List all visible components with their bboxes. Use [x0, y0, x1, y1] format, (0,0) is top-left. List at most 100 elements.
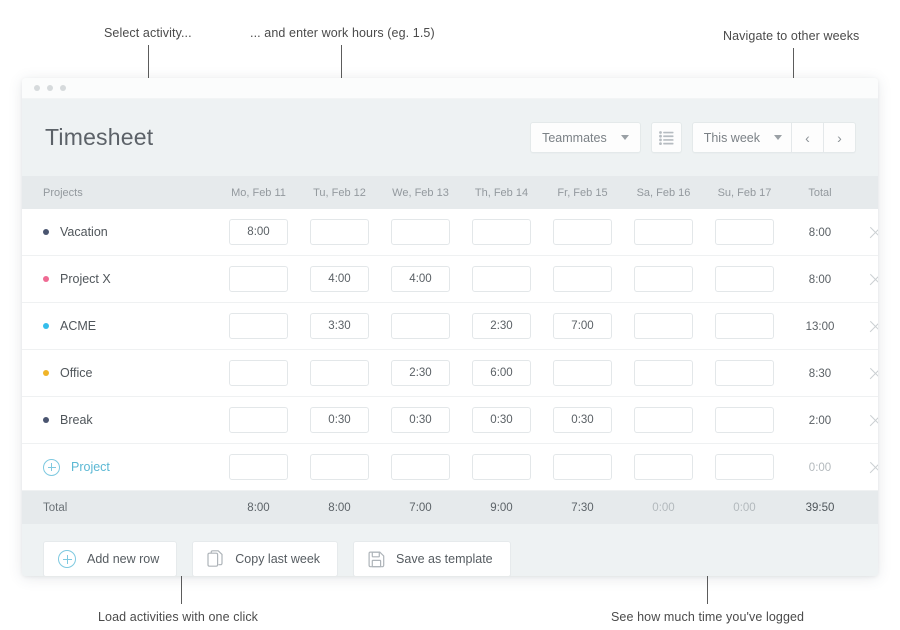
hours-input[interactable]	[553, 407, 612, 433]
footer-day-total-cell: 8:00	[218, 502, 299, 514]
hours-cell	[218, 219, 299, 245]
hours-input[interactable]	[634, 313, 693, 339]
hours-input[interactable]	[391, 266, 450, 292]
hours-cell	[218, 407, 299, 433]
hours-input[interactable]	[310, 360, 369, 386]
previous-week-button[interactable]: ‹	[792, 122, 824, 153]
plus-circle-icon	[58, 550, 76, 568]
project-color-dot	[43, 276, 49, 282]
window-dot-minimize[interactable]	[47, 85, 53, 91]
delete-row-icon[interactable]	[868, 366, 879, 381]
project-cell[interactable]: Office	[22, 366, 218, 380]
teammates-dropdown[interactable]: Teammates	[530, 122, 641, 153]
row-total-cell: 2:00	[785, 413, 855, 427]
hours-input[interactable]	[391, 407, 450, 433]
hours-input[interactable]	[634, 407, 693, 433]
hours-input[interactable]	[229, 266, 288, 292]
delete-row-icon[interactable]	[868, 272, 879, 287]
hours-input[interactable]	[715, 266, 774, 292]
hours-input[interactable]	[229, 454, 288, 480]
hours-input[interactable]	[310, 407, 369, 433]
hours-cell	[704, 454, 785, 480]
chevron-left-icon: ‹	[805, 129, 810, 146]
hours-input[interactable]	[310, 313, 369, 339]
hours-input[interactable]	[715, 454, 774, 480]
week-selector-label: This week	[703, 130, 760, 145]
window-dot-close[interactable]	[34, 85, 40, 91]
add-project-button[interactable]: Project	[43, 458, 110, 476]
column-header-day-2: We, Feb 13	[392, 186, 449, 199]
project-name: Office	[60, 366, 93, 380]
hours-input[interactable]	[472, 313, 531, 339]
hours-cell	[542, 266, 623, 292]
footer-day-total-cell: 0:00	[623, 502, 704, 514]
hours-input[interactable]	[715, 219, 774, 245]
footer-day-total-cell: 7:00	[380, 502, 461, 514]
project-cell[interactable]: Vacation	[22, 225, 218, 239]
window-dot-maximize[interactable]	[60, 85, 66, 91]
hours-input[interactable]	[472, 454, 531, 480]
hours-input[interactable]	[634, 360, 693, 386]
next-week-button[interactable]: ›	[824, 122, 856, 153]
action-bar: Add new row Copy last week Save as templ…	[22, 524, 878, 576]
project-cell[interactable]: Break	[22, 413, 218, 427]
hours-input[interactable]	[472, 407, 531, 433]
hours-input[interactable]	[553, 219, 612, 245]
row-actions-cell	[855, 413, 878, 428]
delete-row-icon[interactable]	[868, 413, 879, 428]
hours-input[interactable]	[634, 219, 693, 245]
hours-cell	[542, 313, 623, 339]
hours-cell	[380, 360, 461, 386]
hours-cell	[461, 360, 542, 386]
row-total-cell: 8:30	[785, 366, 855, 380]
row-actions-cell	[855, 366, 878, 381]
hours-input[interactable]	[229, 313, 288, 339]
hours-input[interactable]	[391, 313, 450, 339]
hours-cell	[218, 454, 299, 480]
hours-input[interactable]	[229, 407, 288, 433]
hours-input[interactable]	[229, 219, 288, 245]
save-as-template-button[interactable]: Save as template	[353, 541, 511, 576]
page-title: Timesheet	[45, 124, 154, 150]
plus-circle-icon	[43, 458, 60, 476]
delete-row-icon[interactable]	[868, 319, 879, 334]
hours-input[interactable]	[310, 454, 369, 480]
project-color-dot	[43, 229, 49, 235]
list-view-button[interactable]	[650, 122, 682, 153]
hours-input[interactable]	[472, 266, 531, 292]
hours-input[interactable]	[553, 360, 612, 386]
row-total-cell: 8:00	[785, 272, 855, 286]
hours-input[interactable]	[472, 219, 531, 245]
hours-input[interactable]	[715, 407, 774, 433]
copy-last-week-button[interactable]: Copy last week	[192, 541, 339, 576]
hours-input[interactable]	[391, 454, 450, 480]
hours-input[interactable]	[310, 219, 369, 245]
hours-cell	[380, 454, 461, 480]
table-row: Vacation 8:00	[22, 209, 878, 256]
hours-cell	[299, 313, 380, 339]
hours-input[interactable]	[310, 266, 369, 292]
annotation-time-logged: See how much time you've logged	[611, 610, 805, 624]
hours-input[interactable]	[634, 266, 693, 292]
hours-input[interactable]	[553, 313, 612, 339]
hours-input[interactable]	[391, 360, 450, 386]
add-new-row-button[interactable]: Add new row	[43, 541, 178, 576]
delete-row-icon[interactable]	[868, 225, 879, 240]
annotation-select-activity: Select activity...	[104, 26, 192, 40]
hours-input[interactable]	[553, 454, 612, 480]
hours-input[interactable]	[391, 219, 450, 245]
hours-input[interactable]	[472, 360, 531, 386]
hours-cell	[542, 360, 623, 386]
row-total: 8:30	[808, 368, 832, 380]
hours-input[interactable]	[229, 360, 288, 386]
row-total-cell: 8:00	[785, 225, 855, 239]
hours-input[interactable]	[715, 313, 774, 339]
week-selector-dropdown[interactable]: This week	[691, 122, 792, 153]
project-cell[interactable]: ACME	[22, 319, 218, 333]
delete-row-icon[interactable]	[868, 460, 879, 475]
table-row: Project X 8:00	[22, 256, 878, 303]
hours-input[interactable]	[715, 360, 774, 386]
hours-input[interactable]	[634, 454, 693, 480]
project-cell[interactable]: Project X	[22, 272, 218, 286]
hours-input[interactable]	[553, 266, 612, 292]
